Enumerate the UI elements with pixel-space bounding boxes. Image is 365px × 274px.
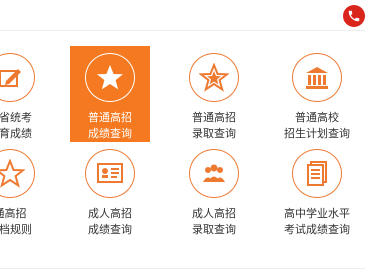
tile-icon-circle xyxy=(189,149,239,198)
phone-button[interactable] xyxy=(343,5,365,27)
tile-label: 成人高招 成绩查询 xyxy=(88,208,132,236)
tile-label: 普通高招 录取查询 xyxy=(192,112,236,140)
certificate-icon xyxy=(97,162,123,183)
tile-general-admission[interactable]: 普通高招 录取查询 xyxy=(174,46,254,142)
pencil-paper-icon xyxy=(0,68,21,87)
bottom-divider xyxy=(0,268,365,269)
tile-academic-level[interactable]: 高中学业水平 考试成绩查询 xyxy=(277,142,357,238)
tile-label: 高中学业水平 考试成绩查询 xyxy=(284,208,350,236)
tile-sports-score[interactable]: 招省统考 体育成绩 xyxy=(0,46,50,142)
tile-enrollment-plan[interactable]: 普通高校 招生计划查询 xyxy=(277,46,357,142)
tile-label: 通高招 段档规则 xyxy=(0,208,32,236)
top-divider xyxy=(0,30,365,31)
tile-adult-score[interactable]: 成人高招 成绩查询 xyxy=(70,142,150,238)
tile-general-score[interactable]: 普通高招 成绩查询 xyxy=(70,46,150,142)
star-icon xyxy=(97,64,123,89)
tile-icon-circle xyxy=(292,149,342,198)
star-outline-icon xyxy=(0,158,25,188)
tile-icon-circle xyxy=(85,149,135,198)
tile-adult-admission[interactable]: 成人高招 录取查询 xyxy=(174,142,254,238)
tile-icon-circle xyxy=(0,53,35,102)
tile-icon-circle xyxy=(0,149,35,198)
star-outline-icon xyxy=(199,62,229,92)
tile-label: 普通高校 招生计划查询 xyxy=(284,112,350,140)
tile-label: 成人高招 录取查询 xyxy=(192,208,236,236)
tile-label: 招省统考 体育成绩 xyxy=(0,112,32,140)
tile-icon-circle xyxy=(85,53,135,102)
tile-label: 普通高招 成绩查询 xyxy=(88,112,132,140)
institution-icon xyxy=(306,66,328,89)
document-icon xyxy=(307,160,327,186)
tile-admission-rules[interactable]: 通高招 段档规则 xyxy=(0,142,50,238)
group-icon xyxy=(203,164,225,182)
tile-icon-circle xyxy=(189,53,239,102)
phone-icon xyxy=(348,10,360,22)
tile-icon-circle xyxy=(292,53,342,102)
